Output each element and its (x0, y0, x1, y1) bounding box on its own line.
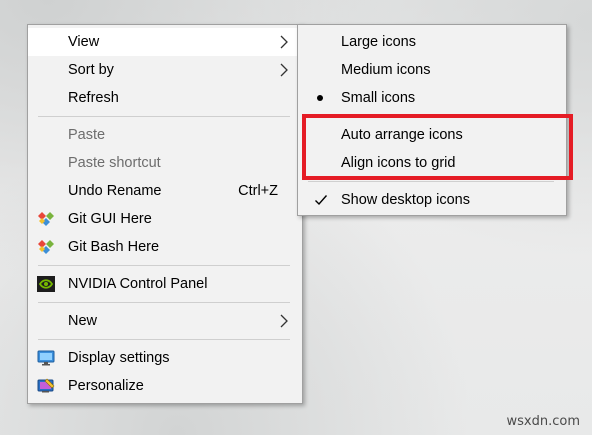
menu-item-new[interactable]: New (28, 307, 302, 335)
menu-item-personalize[interactable]: Personalize (28, 372, 302, 400)
submenu-item-large-icons[interactable]: Large icons (298, 28, 566, 56)
menu-item-label: New (68, 313, 98, 329)
menu-item-undo-rename[interactable]: Undo Rename Ctrl+Z (28, 177, 302, 205)
chevron-right-icon (280, 314, 288, 328)
watermark-text: wsxdn.com (506, 414, 581, 429)
menu-item-view[interactable]: View (28, 28, 302, 56)
menu-separator (38, 116, 290, 117)
menu-item-label: Refresh (68, 90, 119, 106)
menu-item-label: Display settings (68, 350, 170, 366)
submenu-item-medium-icons[interactable]: Medium icons (298, 56, 566, 84)
menu-item-label: Large icons (341, 34, 416, 50)
display-icon (37, 350, 55, 366)
git-diamond-icon (38, 212, 54, 226)
chevron-right-icon (280, 63, 288, 77)
menu-separator (38, 302, 290, 303)
highlight-annotation-box (302, 114, 573, 180)
nvidia-icon (37, 276, 55, 292)
checkmark-icon (315, 195, 328, 206)
menu-item-label: View (68, 34, 100, 50)
menu-item-sort-by[interactable]: Sort by (28, 56, 302, 84)
desktop-background: View Sort by Refresh Paste Paste shortcu… (0, 0, 592, 435)
menu-item-label: Small icons (341, 90, 416, 106)
menu-item-label: NVIDIA Control Panel (68, 276, 208, 292)
radio-bullet-icon (317, 95, 323, 101)
git-diamond-icon (38, 240, 54, 254)
submenu-item-show-desktop-icons[interactable]: Show desktop icons (298, 186, 566, 214)
menu-item-paste[interactable]: Paste (28, 121, 302, 149)
menu-item-label: Git Bash Here (68, 239, 160, 255)
menu-item-paste-shortcut[interactable]: Paste shortcut (28, 149, 302, 177)
menu-separator (38, 265, 290, 266)
menu-item-label: Personalize (68, 378, 144, 394)
menu-item-refresh[interactable]: Refresh (28, 84, 302, 112)
menu-item-nvidia-control-panel[interactable]: NVIDIA Control Panel (28, 270, 302, 298)
desktop-context-menu: View Sort by Refresh Paste Paste shortcu… (27, 24, 303, 404)
menu-item-label: Paste shortcut (68, 155, 161, 171)
menu-item-label: Git GUI Here (68, 211, 152, 227)
submenu-item-small-icons[interactable]: Small icons (298, 84, 566, 112)
menu-item-git-bash-here[interactable]: Git Bash Here (28, 233, 302, 261)
keyboard-shortcut: Ctrl+Z (238, 183, 278, 199)
menu-item-label: Paste (68, 127, 106, 143)
menu-separator (38, 339, 290, 340)
menu-item-label: Medium icons (341, 62, 431, 78)
menu-separator (308, 181, 554, 182)
chevron-right-icon (280, 35, 288, 49)
menu-item-label: Undo Rename (68, 183, 162, 199)
menu-item-label: Show desktop icons (341, 192, 470, 208)
menu-item-label: Sort by (68, 62, 114, 78)
menu-item-git-gui-here[interactable]: Git GUI Here (28, 205, 302, 233)
personalize-icon (37, 378, 55, 393)
menu-item-display-settings[interactable]: Display settings (28, 344, 302, 372)
